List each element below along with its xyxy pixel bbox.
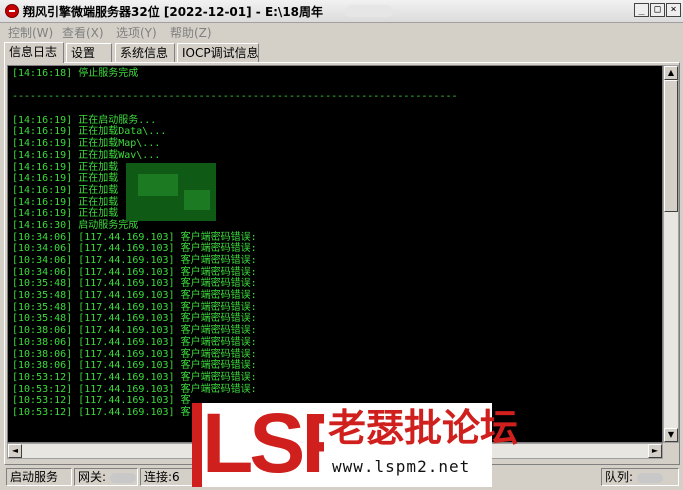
menu-help[interactable]: 帮助(Z)	[170, 24, 212, 41]
tab-settings[interactable]: 设置	[66, 43, 112, 62]
menu-view[interactable]: 查看(X)	[62, 24, 104, 41]
log-line: [10:34:06] [117.44.169.103] 客户端密码错误:	[12, 243, 257, 255]
status-queue-label: 队列:	[605, 470, 634, 484]
log-line: [14:16:19] 正在加载Wav\...	[12, 149, 161, 161]
log-line: [14:16:19] 正在启动服务...	[12, 114, 157, 126]
watermark-name: 老瑟批论坛	[328, 406, 519, 450]
log-line: [10:35:48] [117.44.169.103] 客户端密码错误:	[12, 313, 257, 325]
log-line: [14:16:19] 正在加载	[12, 184, 119, 196]
status-service: 启动服务	[6, 468, 72, 486]
log-line: [14:16:19] 正在加载	[12, 196, 119, 208]
log-line: [14:16:19] 正在加载	[12, 208, 119, 220]
tab-system-info[interactable]: 系统信息	[115, 43, 175, 62]
tab-iocp-debug[interactable]: IOCP调试信息	[177, 43, 259, 62]
log-line: [10:38:06] [117.44.169.103] 客户端密码错误:	[12, 360, 257, 372]
menu-bar: 控制(W) 查看(X) 选项(Y) 帮助(Z)	[0, 22, 683, 41]
log-line: [14:16:30] 启动服务完成	[12, 219, 139, 231]
title-bar: 翔风引擎微端服务器32位 [2022-12-01] - E:\18周年 _ □ …	[0, 0, 683, 23]
scroll-down-icon[interactable]: ▼	[664, 428, 678, 442]
watermark-logo: LSP 老瑟批论坛 www.lspm2.net	[192, 397, 518, 489]
log-line: [10:53:12] [117.44.169.103] 客户端密码错误:	[12, 383, 257, 395]
log-line: [10:35:48] [117.44.169.103] 客户端密码错误:	[12, 301, 257, 313]
log-line: ----------------------------------------…	[12, 91, 458, 103]
status-connections-label: 连接:6	[144, 470, 180, 484]
app-icon[interactable]	[5, 4, 19, 18]
redaction-mosaic	[138, 174, 178, 196]
log-line: [10:34:06] [117.44.169.103] 客户端密码错误:	[12, 255, 257, 266]
scroll-left-icon[interactable]: ◄	[8, 444, 22, 458]
watermark-right-block: 老瑟批论坛 www.lspm2.net	[324, 403, 518, 487]
watermark-lsp-block: LSP	[192, 397, 357, 489]
log-line: [14:16:19] 正在加载	[12, 161, 119, 173]
scroll-up-icon[interactable]: ▲	[664, 66, 678, 80]
log-line: [14:16:18] 停止服务完成	[12, 68, 139, 79]
tab-info-log[interactable]: 信息日志	[4, 42, 64, 63]
blurred-title-region	[345, 5, 393, 17]
log-line: [10:38:06] [117.44.169.103] 客户端密码错误:	[12, 325, 257, 337]
scroll-right-icon[interactable]: ►	[648, 444, 662, 458]
log-line: [10:38:06] [117.44.169.103] 客户端密码错误:	[12, 348, 257, 360]
watermark-url: www.lspm2.net	[332, 457, 471, 476]
blurred-value	[110, 472, 137, 483]
log-line	[12, 80, 458, 92]
log-line: [10:34:06] [117.44.169.103] 客户端密码错误:	[12, 231, 257, 243]
blurred-value	[637, 472, 664, 483]
redaction-mosaic	[184, 190, 210, 210]
log-line: [10:35:48] [117.44.169.103] 客户端密码错误:	[12, 278, 257, 290]
status-service-label: 启动服务	[10, 470, 59, 484]
log-line: [10:34:06] [117.44.169.103] 客户端密码错误:	[12, 266, 257, 278]
log-list: [14:16:18] 停止服务完成 -----------------------…	[12, 68, 458, 419]
maximize-button[interactable]: □	[650, 3, 665, 17]
log-line: [10:53:12] [117.44.169.103] 客户端密码错误:	[12, 371, 257, 383]
log-line: [10:35:48] [117.44.169.103] 客户端密码错误:	[12, 290, 257, 302]
watermark-bar	[192, 403, 202, 487]
log-line: [10:38:06] [117.44.169.103] 客户端密码错误:	[12, 336, 257, 348]
status-queue: 队列:	[601, 468, 679, 486]
menu-control[interactable]: 控制(W)	[8, 24, 53, 41]
log-line: [14:16:19] 正在加载	[12, 173, 119, 185]
close-button[interactable]: ×	[666, 3, 681, 17]
log-line	[12, 103, 458, 115]
minimize-button[interactable]: _	[634, 3, 649, 17]
log-console[interactable]: [14:16:18] 停止服务完成 -----------------------…	[7, 65, 663, 443]
menu-options[interactable]: 选项(Y)	[116, 24, 157, 41]
log-line: [14:16:19] 正在加载Data\...	[12, 126, 167, 138]
scroll-thumb[interactable]	[664, 80, 678, 212]
status-gateway-label: 网关:	[78, 470, 107, 484]
window-title: 翔风引擎微端服务器32位 [2022-12-01] - E:\18周年	[23, 5, 324, 19]
vertical-scrollbar[interactable]: ▲ ▼	[663, 65, 679, 443]
log-line: [14:16:19] 正在加载Map\...	[12, 138, 161, 150]
status-gateway: 网关:	[74, 468, 138, 486]
